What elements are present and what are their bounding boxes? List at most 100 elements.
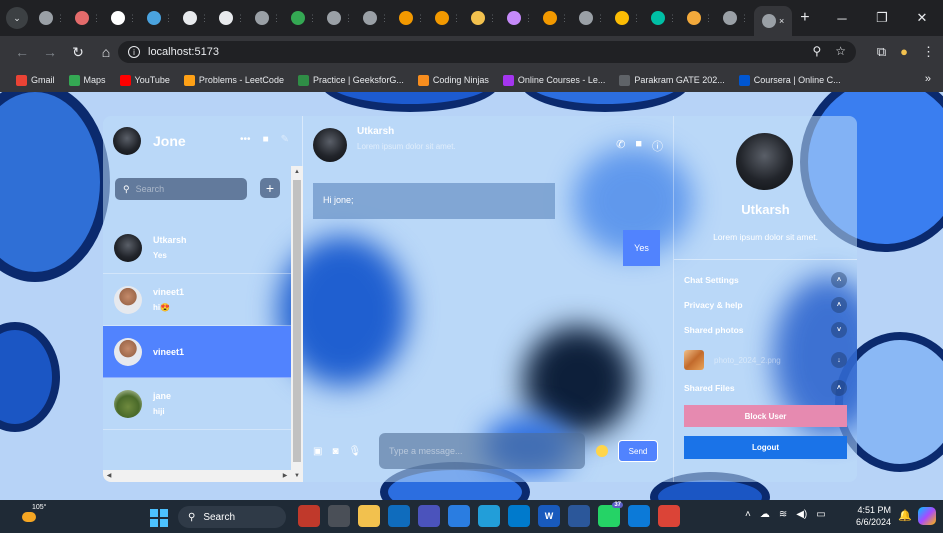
bookmark-item[interactable]: Parakram GATE 202... <box>619 74 725 86</box>
chat-list-scrollbar[interactable]: ▲ ▼ <box>291 166 303 482</box>
start-button[interactable] <box>150 509 168 527</box>
block-user-button[interactable]: Block User <box>684 405 847 427</box>
current-user-avatar[interactable] <box>113 127 141 155</box>
contact-avatar[interactable] <box>313 128 347 162</box>
taskbar-app-icon[interactable] <box>358 505 380 527</box>
browser-tab[interactable]: ⋮ <box>142 5 178 31</box>
chat-list-item[interactable]: Utkarsh Yes <box>103 222 291 274</box>
camera-icon[interactable]: ◙ <box>332 446 338 457</box>
browser-tab[interactable]: ⋮ <box>646 5 682 31</box>
download-icon[interactable]: ↓ <box>831 352 847 368</box>
volume-icon[interactable]: ◀) <box>796 509 807 520</box>
chat-list-item[interactable]: vineet1 <box>103 326 291 378</box>
logout-button[interactable]: Logout <box>684 436 847 459</box>
battery-icon[interactable]: ▭ <box>816 509 825 520</box>
edit-icon[interactable]: ✎ <box>281 134 289 145</box>
more-options-icon[interactable]: ••• <box>240 134 251 145</box>
wifi-icon[interactable]: ≋ <box>779 509 787 520</box>
zoom-icon[interactable]: ⚲ <box>812 44 821 58</box>
detail-option[interactable]: Shared photos ˅ <box>684 322 847 338</box>
taskbar-app-icon[interactable] <box>658 505 680 527</box>
video-icon[interactable]: ■ <box>263 134 269 145</box>
detail-option[interactable]: Privacy & help ˄ <box>684 297 847 313</box>
browser-tab[interactable]: ⋮ <box>358 5 394 31</box>
taskbar-search[interactable]: ⚲ Search <box>178 506 286 528</box>
browser-menu-icon[interactable]: ⋮ <box>922 44 935 60</box>
chat-list-item[interactable]: jane hiji <box>103 378 291 430</box>
microphone-icon[interactable]: 🎙 <box>349 446 362 457</box>
tab-search-button[interactable]: ⌄ <box>6 7 28 29</box>
notification-icon[interactable]: 🔔 <box>898 509 912 522</box>
taskbar-app-icon[interactable]: 37 <box>598 502 623 527</box>
browser-tab[interactable]: ⋮ <box>106 5 142 31</box>
emoji-icon[interactable] <box>596 445 608 457</box>
bookmark-star-icon[interactable]: ☆ <box>835 44 846 58</box>
video-call-icon[interactable]: ■ <box>635 138 642 154</box>
scroll-right-arrow[interactable]: ▶ <box>279 470 291 482</box>
detail-option[interactable]: Chat Settings ˄ <box>684 272 847 288</box>
chevron-up-icon[interactable]: ˄ <box>745 509 751 520</box>
add-chat-button[interactable]: + <box>260 178 280 198</box>
forward-button[interactable]: → <box>38 44 62 60</box>
taskbar-app-icon[interactable] <box>298 505 320 527</box>
scroll-down-arrow[interactable]: ▼ <box>291 470 303 482</box>
chevron-icon[interactable]: ˄ <box>831 380 847 396</box>
browser-tab[interactable]: ⋮ <box>430 5 466 31</box>
taskbar-app-icon[interactable] <box>628 505 650 527</box>
scroll-up-arrow[interactable]: ▲ <box>291 166 303 178</box>
weather-widget[interactable]: 105° <box>22 504 46 526</box>
extensions-icon[interactable]: ⧉ <box>877 44 886 60</box>
search-input[interactable] <box>135 184 236 194</box>
browser-tab[interactable]: ⋮ <box>286 5 322 31</box>
clock[interactable]: 4:51 PM 6/6/2024 <box>856 504 891 528</box>
taskbar-app-icon[interactable] <box>388 505 410 527</box>
back-button[interactable]: ← <box>10 44 34 60</box>
taskbar-app-icon[interactable] <box>508 505 530 527</box>
browser-tab[interactable]: ⋮ <box>574 5 610 31</box>
taskbar-app-icon[interactable] <box>448 505 470 527</box>
browser-tab[interactable]: ⋮ <box>466 5 502 31</box>
bookmark-item[interactable]: Online Courses - Le... <box>502 74 605 86</box>
site-info-icon[interactable]: i <box>128 46 140 58</box>
bookmarks-more-button[interactable]: » <box>925 73 931 85</box>
browser-tab[interactable]: ⋮ <box>610 5 646 31</box>
taskbar-app-icon[interactable] <box>328 505 350 527</box>
browser-tab[interactable]: ⋮ <box>34 5 70 31</box>
scrollbar-thumb[interactable] <box>293 180 301 462</box>
new-tab-button[interactable]: + <box>800 9 809 27</box>
browser-tab[interactable]: ⋮ <box>250 5 286 31</box>
reload-button[interactable]: ↻ <box>66 44 90 61</box>
taskbar-app-icon[interactable] <box>478 505 500 527</box>
maximize-button[interactable]: ❐ <box>862 0 902 36</box>
close-window-button[interactable]: ✕ <box>902 0 942 36</box>
chevron-icon[interactable]: ˅ <box>831 322 847 338</box>
browser-tab[interactable]: ⋮ <box>70 5 106 31</box>
copilot-icon[interactable] <box>918 507 936 525</box>
chevron-icon[interactable]: ˄ <box>831 272 847 288</box>
address-bar[interactable]: i localhost:5173 ⚲ ☆ <box>118 41 856 63</box>
send-button[interactable]: Send <box>618 440 658 462</box>
taskbar-app-icon[interactable]: W <box>538 505 560 527</box>
taskbar-app-icon[interactable] <box>418 505 440 527</box>
active-tab[interactable]: × <box>754 6 793 36</box>
home-button[interactable]: ⌂ <box>94 44 118 60</box>
browser-tab[interactable]: ⋮ <box>538 5 574 31</box>
bookmark-item[interactable]: Problems - LeetCode <box>183 74 284 86</box>
browser-tab[interactable]: ⋮ <box>682 5 718 31</box>
browser-tab[interactable]: ⋮ <box>178 5 214 31</box>
bookmark-item[interactable]: Practice | GeeksforG... <box>297 74 404 86</box>
profile-icon[interactable]: ● <box>900 44 908 60</box>
detail-option[interactable]: Shared Files ˄ <box>684 380 847 396</box>
bookmark-item[interactable]: Maps <box>68 74 106 86</box>
taskbar-app-icon[interactable] <box>568 505 590 527</box>
phone-icon[interactable]: ✆ <box>616 138 625 154</box>
browser-tab[interactable]: ⋮ <box>214 5 250 31</box>
onedrive-icon[interactable]: ☁ <box>760 509 770 520</box>
chat-list-item[interactable]: vineet1 hi😍 <box>103 274 291 326</box>
bookmark-item[interactable]: Gmail <box>16 74 55 86</box>
browser-tab[interactable]: ⋮ <box>718 5 754 31</box>
info-icon[interactable]: ⓘ <box>652 138 663 154</box>
close-tab-icon[interactable]: × <box>779 16 784 26</box>
minimize-button[interactable]: ─ <box>822 0 862 36</box>
bookmark-item[interactable]: Coursera | Online C... <box>738 74 841 86</box>
